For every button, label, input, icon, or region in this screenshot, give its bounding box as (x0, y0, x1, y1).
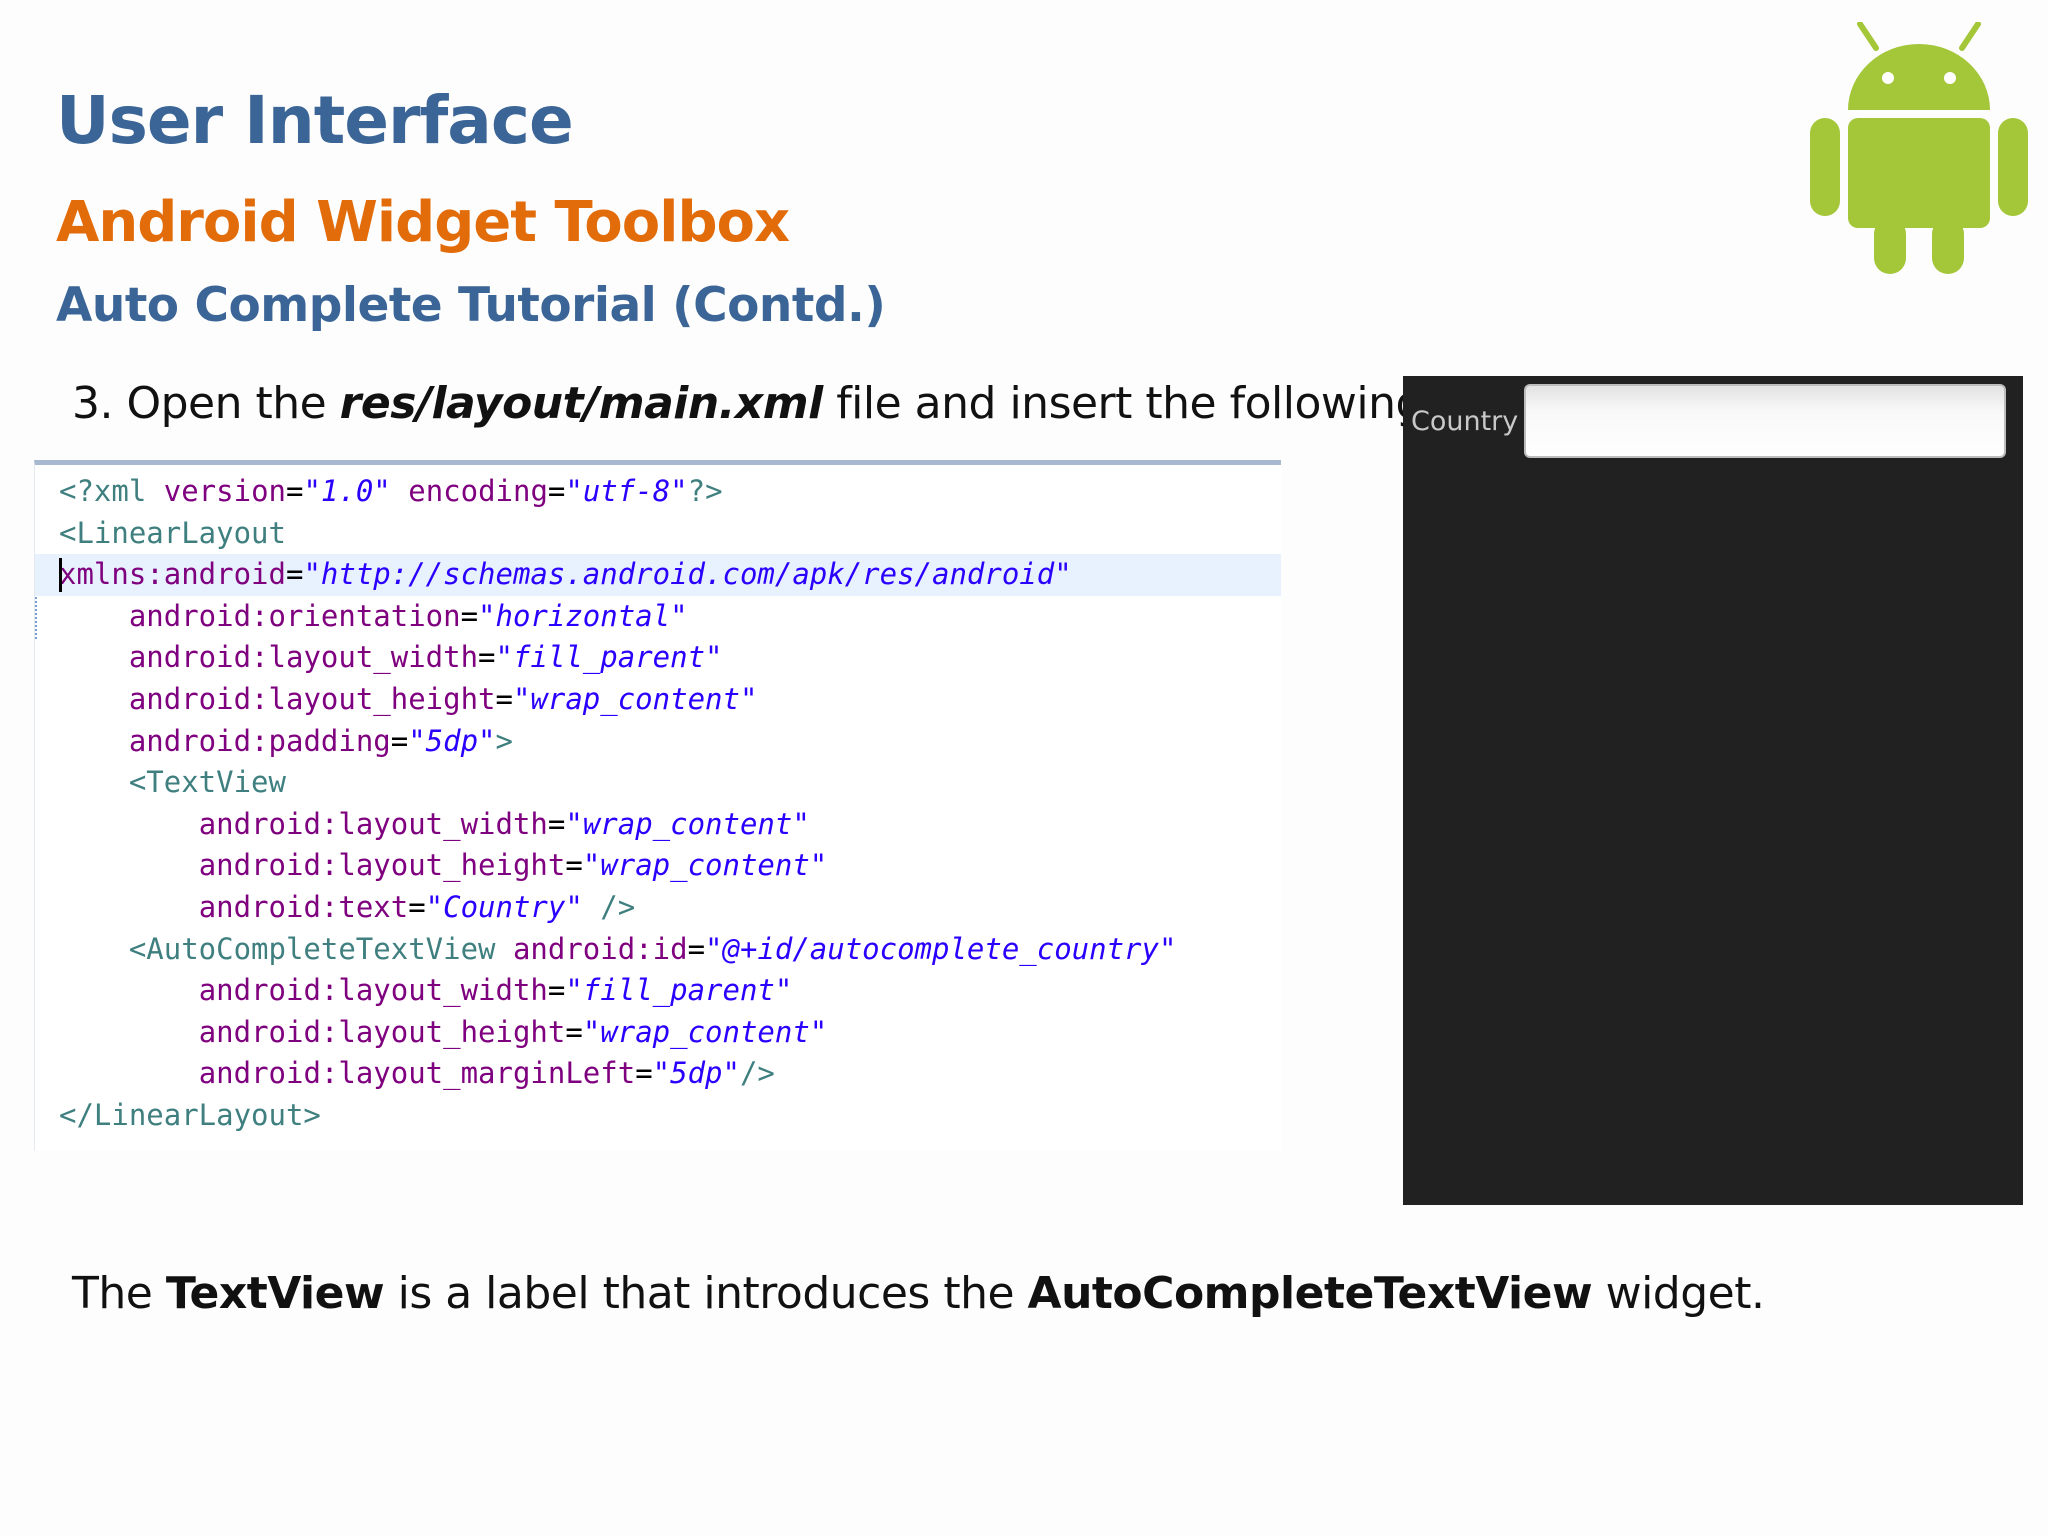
emulator-screen: Country (1403, 376, 2023, 1205)
slide-section-heading: Auto Complete Tutorial (Contd.) (56, 278, 886, 333)
code-line: xmlns:android="http://schemas.android.co… (35, 554, 1281, 596)
code-line: android:text="Country" /> (198, 889, 636, 924)
code-listing: <?xml version="1.0" encoding="utf-8"?> <L… (34, 460, 1281, 1151)
code-line: android:layout_width="wrap_content" (198, 806, 810, 841)
code-line: android:layout_marginLeft="5dp"/> (198, 1056, 775, 1091)
code-line: android:layout_height="wrap_content" (198, 848, 828, 883)
code-line: android:layout_height="wrap_content" (128, 681, 758, 716)
instruction-text: 3. Open the res/layout/main.xml file and… (72, 378, 1438, 429)
autocompletetextview-term: AutoCompleteTextView (1027, 1268, 1593, 1319)
code-line: </LinearLayout> (59, 1097, 321, 1132)
code-line: <TextView (59, 765, 286, 800)
autocomplete-country-input[interactable] (1524, 384, 2006, 458)
code-lines: <?xml version="1.0" encoding="utf-8"?> <L… (35, 471, 1281, 1137)
code-line: <?xml version="1.0" encoding="utf-8"?> (59, 474, 723, 508)
code-line: android:layout_width="fill_parent" (198, 973, 793, 1008)
slide: User Interface Android Widget Toolbox Au… (0, 0, 2048, 1536)
code-line: <AutoCompleteTextView android:id="@+id/a… (59, 931, 1177, 966)
code-line: android:layout_width="fill_parent" (128, 640, 723, 675)
explanation-text: The TextView is a label that introduces … (72, 1268, 1765, 1319)
code-line: android:padding="5dp"> (128, 723, 513, 758)
android-robot-icon (1810, 22, 2028, 274)
textview-term: TextView (165, 1268, 385, 1319)
slide-subtitle: Android Widget Toolbox (56, 190, 790, 255)
file-path: res/layout/main.xml (339, 378, 824, 429)
code-line: <LinearLayout (59, 515, 286, 550)
code-line: android:layout_height="wrap_content" (198, 1014, 828, 1049)
code-line: android:orientation="horizontal" (128, 598, 688, 633)
slide-title: User Interface (56, 82, 574, 159)
text-cursor (59, 558, 62, 593)
country-label: Country (1411, 406, 1519, 437)
